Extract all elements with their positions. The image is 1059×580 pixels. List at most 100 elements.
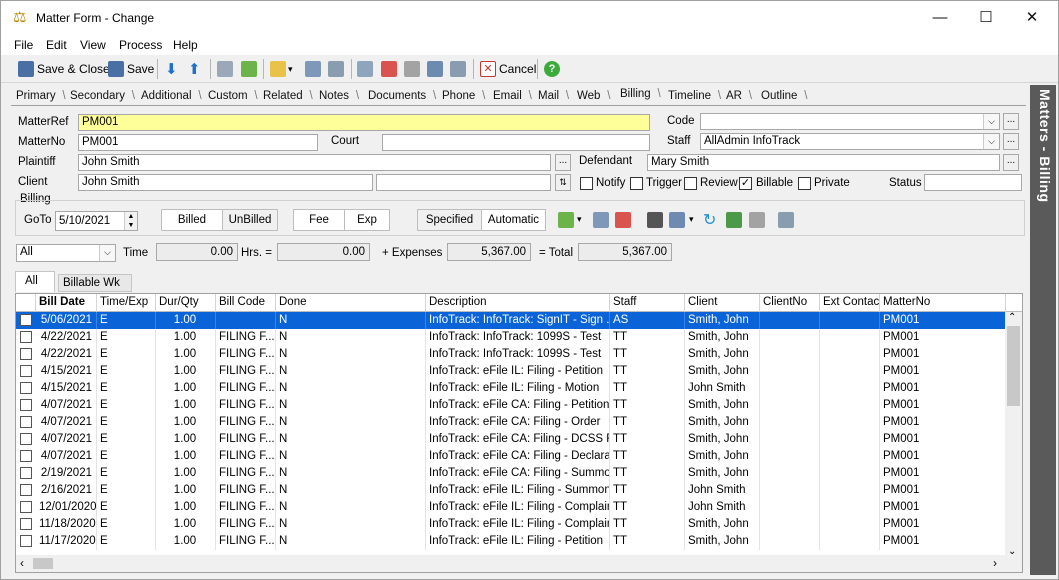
client-swap-button[interactable]: ⇅ bbox=[555, 174, 571, 191]
minimize-button[interactable]: — bbox=[917, 5, 963, 31]
row-checkbox[interactable] bbox=[20, 484, 32, 496]
fee-button[interactable]: Fee bbox=[293, 209, 345, 231]
properties-icon[interactable] bbox=[778, 212, 794, 228]
spinner-icon[interactable]: ▲ ▼ bbox=[124, 212, 137, 230]
column-header-ext-contact[interactable]: Ext Contact bbox=[820, 294, 880, 312]
court-field[interactable] bbox=[382, 134, 650, 151]
defendant-field[interactable]: Mary Smith bbox=[647, 154, 1000, 171]
private-checkbox[interactable] bbox=[798, 177, 811, 190]
column-header-staff[interactable]: Staff bbox=[610, 294, 685, 312]
column-header-matterno[interactable]: MatterNo bbox=[880, 294, 1006, 312]
filter-dropdown[interactable]: All ⌵ bbox=[16, 244, 116, 262]
help-button[interactable]: ? bbox=[544, 58, 560, 80]
subtab-billable-wk[interactable]: Billable Wk bbox=[58, 274, 132, 292]
cancel-button[interactable]: ✕ Cancel bbox=[480, 58, 536, 80]
add-entry-icon[interactable] bbox=[558, 212, 574, 228]
defendant-lookup-button[interactable]: ... bbox=[1003, 154, 1019, 171]
column-header-bill-code[interactable]: Bill Code bbox=[216, 294, 276, 312]
code-lookup-button[interactable]: ... bbox=[1003, 113, 1019, 130]
chevron-down-icon[interactable]: ▾ bbox=[689, 214, 694, 225]
calendar-button[interactable] bbox=[328, 58, 344, 80]
copy-button[interactable] bbox=[217, 58, 233, 80]
goto-date-field[interactable]: 5/10/2021 ▲ ▼ bbox=[55, 211, 138, 231]
exp-button[interactable]: Exp bbox=[344, 209, 390, 231]
menu-edit[interactable]: Edit bbox=[46, 38, 67, 52]
tab-notes[interactable]: Notes bbox=[319, 90, 359, 102]
automatic-button[interactable]: Automatic bbox=[481, 209, 546, 231]
row-checkbox[interactable] bbox=[20, 535, 32, 547]
save-button[interactable]: Save bbox=[108, 58, 154, 80]
tab-phone[interactable]: Phone bbox=[442, 90, 486, 102]
row-checkbox[interactable] bbox=[20, 518, 32, 530]
row-checkbox[interactable] bbox=[20, 416, 32, 428]
print-button[interactable] bbox=[404, 58, 420, 80]
menu-help[interactable]: Help bbox=[173, 38, 198, 52]
trigger-checkbox[interactable] bbox=[630, 177, 643, 190]
column-header-done[interactable]: Done bbox=[276, 294, 426, 312]
refresh-icon[interactable]: ↻ bbox=[703, 210, 716, 230]
tab-custom[interactable]: Custom bbox=[208, 90, 257, 102]
vertical-scroll-thumb[interactable] bbox=[1007, 326, 1020, 406]
notify-checkbox[interactable] bbox=[580, 177, 593, 190]
filter-icon[interactable] bbox=[669, 212, 685, 228]
unbilled-button[interactable]: UnBilled bbox=[222, 209, 278, 231]
table-row[interactable]: 11/18/2020 E 1.00 FILING F... N InfoTrack: eF… bbox=[16, 516, 1006, 533]
staff-lookup-button[interactable]: ... bbox=[1003, 133, 1019, 150]
delete-entry-icon[interactable] bbox=[615, 212, 631, 228]
table-row[interactable]: 4/07/2021 E 1.00 FILING F... N InfoTrack: eFi… bbox=[16, 431, 1006, 448]
tab-billing[interactable]: Billing bbox=[620, 88, 660, 100]
table-row[interactable]: 4/22/2021 E 1.00 FILING F... N InfoTrack: Inf… bbox=[16, 329, 1006, 346]
plaintiff-lookup-button[interactable]: ... bbox=[555, 154, 571, 171]
billable-checkbox[interactable]: ✓ bbox=[739, 177, 752, 190]
find-icon[interactable] bbox=[647, 212, 663, 228]
maximize-button[interactable]: ☐ bbox=[963, 5, 1009, 31]
preview-button[interactable] bbox=[427, 58, 443, 80]
menu-view[interactable]: View bbox=[80, 38, 106, 52]
billed-button[interactable]: Billed bbox=[161, 209, 223, 231]
column-header-clientno[interactable]: ClientNo bbox=[760, 294, 820, 312]
tab-ar[interactable]: AR bbox=[726, 90, 752, 102]
row-checkbox[interactable] bbox=[20, 433, 32, 445]
column-header-description[interactable]: Description bbox=[426, 294, 610, 312]
scroll-right-icon[interactable]: › bbox=[993, 556, 997, 570]
table-row[interactable]: 2/16/2021 E 1.00 FILING F... N InfoTrack: eFi… bbox=[16, 482, 1006, 499]
row-checkbox[interactable] bbox=[20, 467, 32, 479]
chevron-down-icon[interactable]: ▾ bbox=[577, 214, 582, 225]
client-secondary-field[interactable] bbox=[376, 174, 551, 191]
plaintiff-field[interactable]: John Smith bbox=[78, 154, 551, 171]
table-row[interactable]: 4/22/2021 E 1.00 FILING F... N InfoTrack: Inf… bbox=[16, 346, 1006, 363]
export-button[interactable] bbox=[357, 58, 373, 80]
move-down-button[interactable]: ⬇ bbox=[165, 58, 178, 80]
scroll-left-icon[interactable]: ‹ bbox=[20, 556, 24, 570]
table-row[interactable]: 4/15/2021 E 1.00 FILING F... N InfoTrack: eFi… bbox=[16, 380, 1006, 397]
tab-mail[interactable]: Mail bbox=[538, 90, 569, 102]
list-button[interactable] bbox=[305, 58, 321, 80]
excel-export-icon[interactable] bbox=[726, 212, 742, 228]
table-row[interactable]: 4/15/2021 E 1.00 FILING F... N InfoTrack: eFi… bbox=[16, 363, 1006, 380]
status-field[interactable] bbox=[924, 174, 1022, 191]
tab-secondary[interactable]: Secondary bbox=[70, 90, 135, 102]
horizontal-scrollbar[interactable]: ‹ › bbox=[16, 555, 1022, 572]
table-row[interactable]: 4/07/2021 E 1.00 FILING F... N InfoTrack: eFi… bbox=[16, 414, 1006, 431]
row-checkbox[interactable] bbox=[20, 382, 32, 394]
tab-outline[interactable]: Outline bbox=[761, 90, 808, 102]
row-checkbox[interactable] bbox=[20, 331, 32, 343]
printer-icon[interactable] bbox=[749, 212, 765, 228]
subtab-all[interactable]: All bbox=[15, 271, 55, 292]
grid-button[interactable] bbox=[381, 58, 397, 80]
table-row[interactable]: 2/19/2021 E 1.00 FILING F... N InfoTrack: eFi… bbox=[16, 465, 1006, 482]
column-header-dur-qty[interactable]: Dur/Qty bbox=[156, 294, 216, 312]
close-button[interactable]: ✕ bbox=[1009, 5, 1055, 31]
matterno-field[interactable]: PM001 bbox=[78, 134, 318, 151]
tab-primary[interactable]: Primary bbox=[16, 90, 65, 102]
vertical-scrollbar[interactable]: ⌃ ⌄ bbox=[1005, 312, 1022, 557]
scroll-up-icon[interactable]: ⌃ bbox=[1008, 312, 1016, 323]
column-header-bill-date[interactable]: Bill Date bbox=[36, 294, 97, 312]
tab-related[interactable]: Related bbox=[263, 90, 312, 102]
add-button[interactable] bbox=[241, 58, 257, 80]
table-row[interactable]: 4/07/2021 E 1.00 FILING F... N InfoTrack: eFi… bbox=[16, 397, 1006, 414]
save-close-button[interactable]: Save & Close bbox=[18, 58, 110, 80]
move-up-button[interactable]: ⬆ bbox=[188, 58, 201, 80]
column-header-client[interactable]: Client bbox=[685, 294, 760, 312]
horizontal-scroll-thumb[interactable] bbox=[33, 558, 53, 569]
